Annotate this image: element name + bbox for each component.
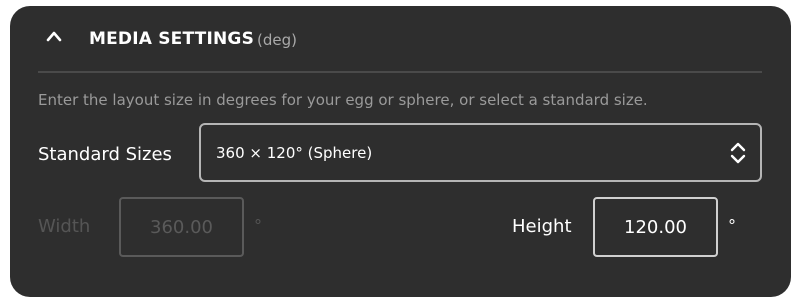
- width-value: 360.00: [150, 217, 213, 238]
- section-unit: (deg): [257, 31, 297, 49]
- width-unit: °: [254, 216, 262, 235]
- header-divider: [38, 71, 762, 73]
- standard-sizes-select[interactable]: 360 × 120° (Sphere): [199, 123, 762, 182]
- section-description: Enter the layout size in degrees for you…: [38, 91, 648, 109]
- width-input[interactable]: 360.00: [119, 197, 244, 257]
- standard-sizes-selected-value: 360 × 120° (Sphere): [216, 144, 373, 162]
- media-settings-panel: MEDIA SETTINGS (deg) Enter the layout si…: [10, 6, 791, 297]
- width-label: Width: [38, 216, 91, 237]
- height-input[interactable]: 120.00: [593, 197, 718, 257]
- height-label: Height: [512, 216, 572, 237]
- height-value: 120.00: [624, 217, 687, 238]
- section-title: MEDIA SETTINGS: [89, 29, 255, 49]
- height-unit: °: [728, 216, 736, 235]
- chevron-up-icon[interactable]: [46, 29, 62, 43]
- select-updown-arrows-icon: [730, 142, 746, 164]
- standard-sizes-label: Standard Sizes: [38, 144, 172, 165]
- media-settings-header[interactable]: MEDIA SETTINGS (deg): [10, 6, 791, 72]
